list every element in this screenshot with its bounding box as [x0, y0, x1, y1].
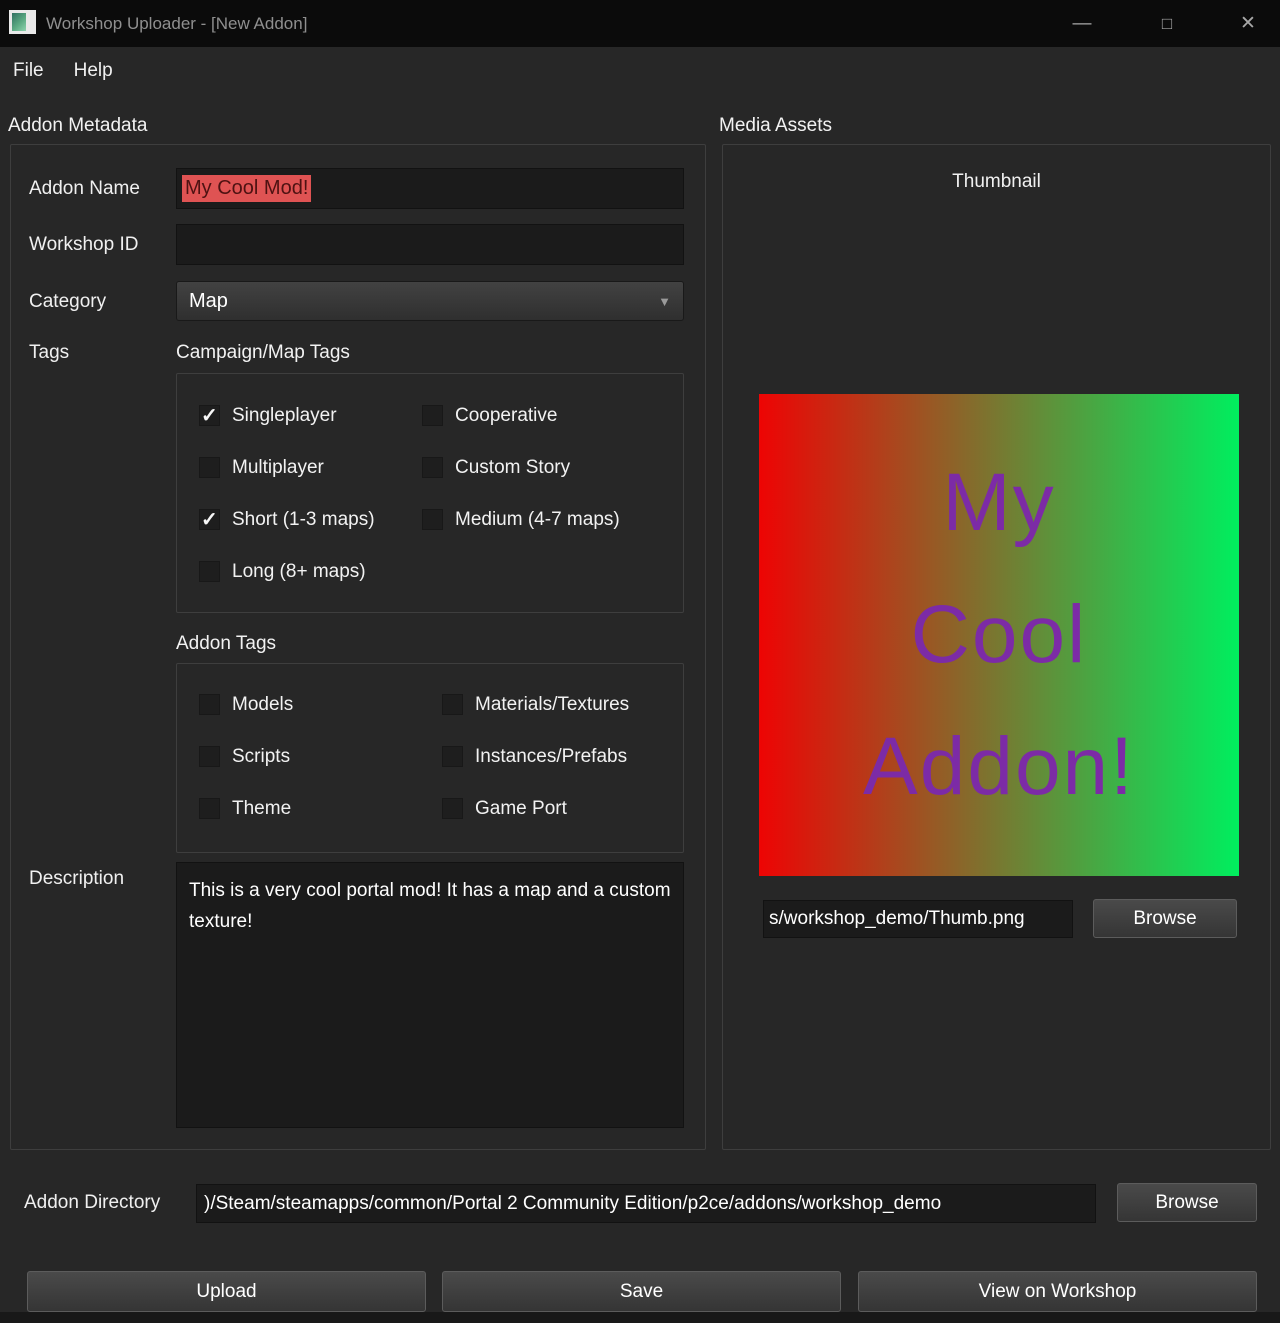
checkbox[interactable]: [199, 457, 220, 478]
menu-file[interactable]: File: [13, 60, 44, 82]
checkbox-item-cooperative[interactable]: Cooperative: [422, 405, 683, 426]
checkbox[interactable]: [422, 457, 443, 478]
checkbox-label: Singleplayer: [232, 405, 337, 427]
maximize-icon: □: [1162, 14, 1172, 34]
category-label: Category: [29, 291, 106, 313]
checkbox-label: Theme: [232, 798, 291, 820]
thumbnail-text-line: My: [942, 462, 1055, 544]
window-bottom-edge: [0, 1312, 1280, 1323]
addon-name-selected-text: My Cool Mod!: [182, 175, 311, 202]
menu-help[interactable]: Help: [74, 60, 113, 82]
checkbox-label: Custom Story: [455, 457, 570, 479]
thumbnail-browse-button[interactable]: Browse: [1093, 899, 1237, 938]
checkbox-item-multiplayer[interactable]: Multiplayer: [199, 457, 422, 478]
checkbox-label: Long (8+ maps): [232, 561, 366, 583]
app-icon-image: [12, 13, 26, 31]
media-assets-panel: Thumbnail My Cool Addon! s/workshop_demo…: [722, 144, 1271, 1150]
checkbox-label: Scripts: [232, 746, 290, 768]
checkbox-item-game-port[interactable]: Game Port: [442, 798, 683, 819]
menu-bar: File Help: [0, 47, 1280, 95]
minimize-button[interactable]: —: [1048, 0, 1116, 47]
checkbox-item-scripts[interactable]: Scripts: [199, 746, 442, 767]
workshop-id-input[interactable]: [176, 224, 684, 265]
description-label: Description: [29, 868, 124, 890]
close-icon: ✕: [1240, 12, 1256, 35]
checkbox-item-materials-textures[interactable]: Materials/Textures: [442, 694, 683, 715]
tags-label: Tags: [29, 342, 69, 364]
thumbnail-preview: My Cool Addon!: [759, 394, 1239, 876]
checkbox[interactable]: [442, 798, 463, 819]
addon-name-label: Addon Name: [29, 178, 140, 200]
checkbox[interactable]: [199, 405, 220, 426]
addon-metadata-panel: Addon Name My Cool Mod! Workshop ID Cate…: [10, 144, 706, 1150]
category-selected-value: Map: [189, 290, 228, 313]
thumbnail-path-input[interactable]: s/workshop_demo/Thumb.png: [763, 900, 1073, 938]
checkbox-item-short[interactable]: Short (1-3 maps): [199, 509, 422, 530]
chevron-down-icon: ▼: [658, 294, 671, 309]
checkbox[interactable]: [199, 561, 220, 582]
thumbnail-text-line: Addon!: [863, 726, 1135, 808]
checkbox-item-instances-prefabs[interactable]: Instances/Prefabs: [442, 746, 683, 767]
addon-tags-title: Addon Tags: [176, 633, 276, 655]
save-button[interactable]: Save: [442, 1271, 841, 1312]
checkbox[interactable]: [199, 746, 220, 767]
thumbnail-label: Thumbnail: [723, 171, 1270, 193]
close-button[interactable]: ✕: [1219, 0, 1277, 47]
app-icon: [9, 10, 36, 34]
checkbox[interactable]: [199, 798, 220, 819]
workshop-id-label: Workshop ID: [29, 234, 138, 256]
checkbox-label: Multiplayer: [232, 457, 324, 479]
checkbox-label: Game Port: [475, 798, 567, 820]
checkbox-label: Instances/Prefabs: [475, 746, 627, 768]
checkbox-item-long[interactable]: Long (8+ maps): [199, 561, 422, 582]
directory-browse-button[interactable]: Browse: [1117, 1183, 1257, 1222]
checkbox-item-models[interactable]: Models: [199, 694, 442, 715]
checkbox[interactable]: [442, 746, 463, 767]
checkbox-item-custom-story[interactable]: Custom Story: [422, 457, 683, 478]
checkbox-item-singleplayer[interactable]: Singleplayer: [199, 405, 422, 426]
checkbox-item-theme[interactable]: Theme: [199, 798, 442, 819]
view-on-workshop-button[interactable]: View on Workshop: [858, 1271, 1257, 1312]
upload-button[interactable]: Upload: [27, 1271, 426, 1312]
checkbox-label: Models: [232, 694, 293, 716]
media-assets-section-title: Media Assets: [719, 115, 832, 137]
addon-tags-group: Models Materials/Textures Scripts Instan…: [176, 663, 684, 853]
minimize-icon: —: [1073, 13, 1092, 35]
maximize-button[interactable]: □: [1133, 0, 1201, 47]
checkbox-label: Materials/Textures: [475, 694, 629, 716]
addon-metadata-section-title: Addon Metadata: [8, 115, 147, 137]
checkbox-item-medium[interactable]: Medium (4-7 maps): [422, 509, 683, 530]
addon-directory-input[interactable]: )/Steam/steamapps/common/Portal 2 Commun…: [196, 1184, 1096, 1223]
checkbox[interactable]: [199, 694, 220, 715]
checkbox[interactable]: [422, 405, 443, 426]
checkbox[interactable]: [442, 694, 463, 715]
addon-name-input[interactable]: My Cool Mod!: [176, 168, 684, 209]
checkbox-label: Short (1-3 maps): [232, 509, 375, 531]
checkbox[interactable]: [199, 509, 220, 530]
category-select[interactable]: Map ▼: [176, 281, 684, 321]
window-title: Workshop Uploader - [New Addon]: [46, 0, 307, 47]
checkbox-label: Medium (4-7 maps): [455, 509, 620, 531]
campaign-tags-title: Campaign/Map Tags: [176, 342, 350, 364]
checkbox-label: Cooperative: [455, 405, 557, 427]
thumbnail-text-line: Cool: [911, 594, 1088, 676]
checkbox[interactable]: [422, 509, 443, 530]
addon-directory-label: Addon Directory: [24, 1192, 160, 1214]
description-textarea[interactable]: This is a very cool portal mod! It has a…: [176, 862, 684, 1128]
title-bar: Workshop Uploader - [New Addon] — □ ✕: [0, 0, 1280, 47]
campaign-tags-group: Singleplayer Cooperative Multiplayer Cus…: [176, 373, 684, 613]
